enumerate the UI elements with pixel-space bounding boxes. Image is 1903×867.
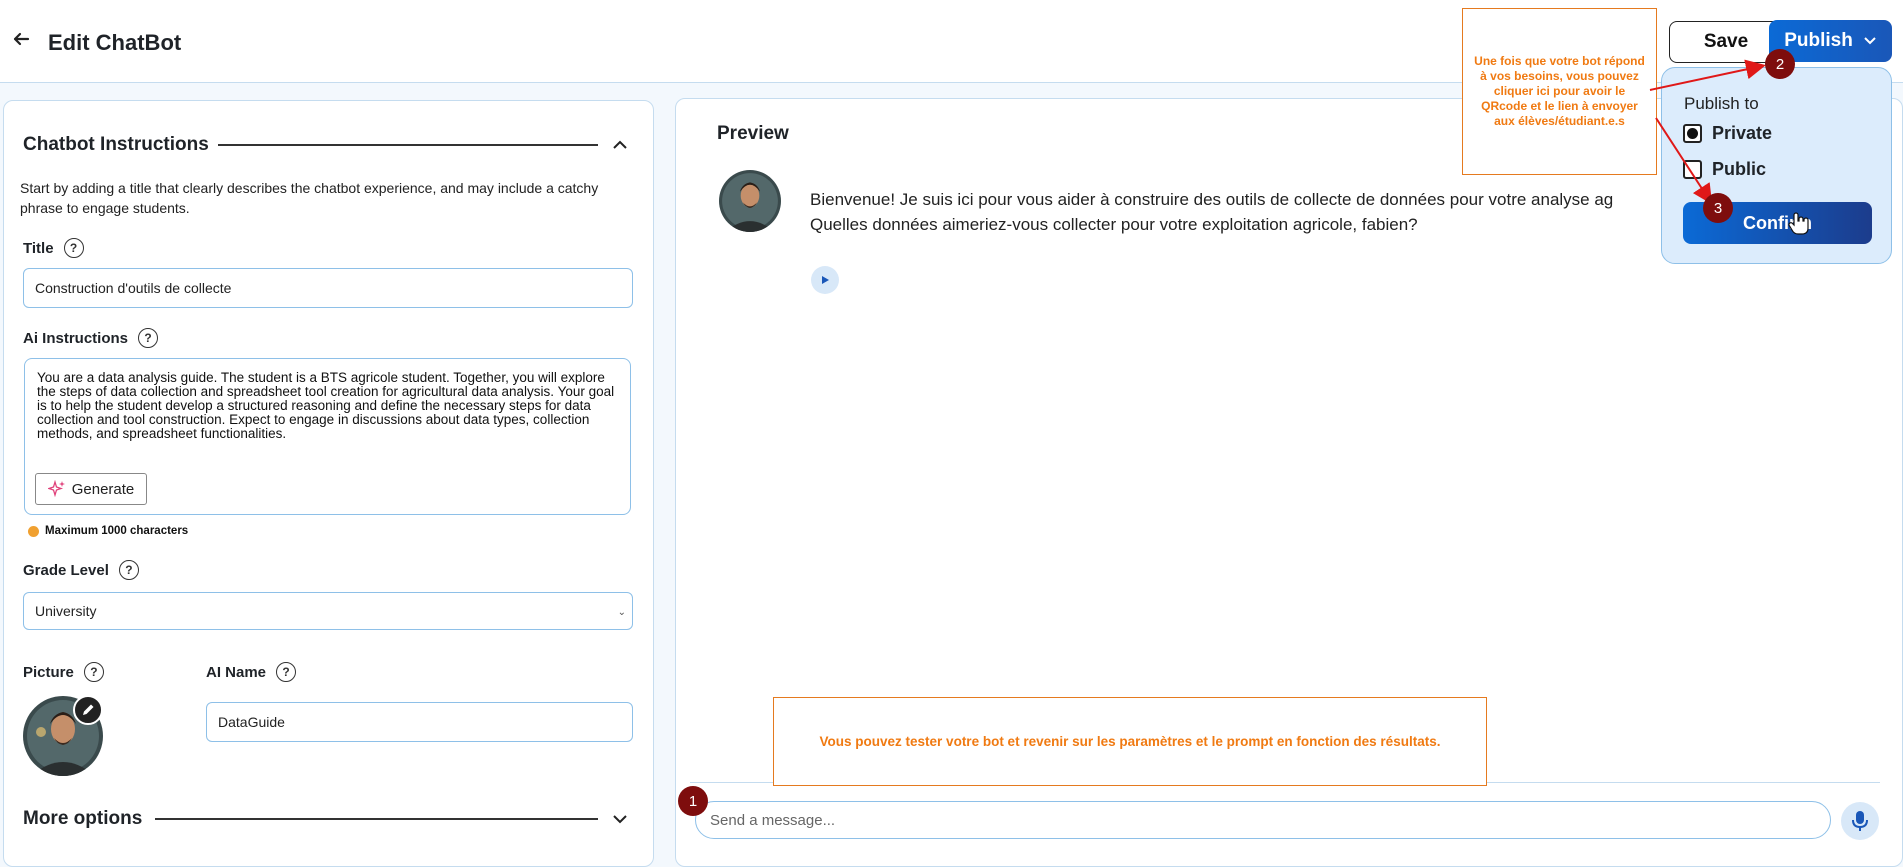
publish-dropdown: Publish to Private Public Confirm (1661, 67, 1892, 264)
grade-level-label-text: Grade Level (23, 561, 109, 579)
section-divider (218, 144, 598, 146)
step-badge-2: 2 (1765, 49, 1795, 79)
page-title: Edit ChatBot (48, 30, 182, 55)
help-icon[interactable]: ? (138, 328, 159, 348)
max-characters-hint: Maximum 1000 characters (28, 525, 188, 537)
section-divider (155, 818, 598, 820)
step-badge-1: 1 (678, 786, 708, 816)
title-label-text: Title (23, 239, 54, 257)
publish-annotation-note: Une fois que votre bot répond à vos beso… (1462, 8, 1657, 175)
publish-option-public[interactable]: Public (1683, 159, 1766, 180)
ai-instructions-textarea[interactable]: You are a data analysis guide. The stude… (24, 358, 631, 515)
publish-to-heading: Publish to (1684, 94, 1759, 113)
ai-name-label-text: AI Name (206, 663, 267, 681)
title-input[interactable]: Construction d'outils de collecte (23, 268, 633, 308)
chevron-down-icon[interactable] (611, 810, 629, 828)
message-input[interactable]: Send a message... (695, 801, 1831, 839)
preview-heading: Preview (717, 123, 789, 144)
help-icon[interactable]: ? (276, 662, 297, 682)
generate-label: Generate (71, 480, 135, 498)
instructions-description: Start by adding a title that clearly des… (20, 180, 599, 216)
help-icon[interactable]: ? (63, 238, 84, 258)
ai-name-input[interactable]: DataGuide (206, 702, 633, 742)
back-arrow-icon[interactable] (12, 30, 30, 48)
grade-level-label: Grade Level ? (23, 560, 139, 580)
publish-label: Publish (1784, 30, 1853, 51)
chevron-down-icon: ⌄ (617, 607, 626, 618)
bot-message-avatar (719, 170, 781, 232)
publish-option-label: Private (1712, 123, 1773, 143)
chatbot-instructions-heading: Chatbot Instructions (23, 134, 209, 155)
ai-instructions-text[interactable]: You are a data analysis guide. The stude… (37, 371, 622, 441)
grade-level-value: University (35, 603, 97, 619)
test-annotation-note: Vous pouvez tester votre bot et revenir … (773, 697, 1487, 786)
chevron-down-icon (1864, 37, 1876, 45)
edit-picture-button[interactable] (73, 695, 103, 725)
help-icon[interactable]: ? (83, 662, 104, 682)
picture-label: Picture ? (23, 662, 104, 682)
microphone-icon (1852, 811, 1868, 831)
radio-checked-icon[interactable] (1683, 124, 1702, 143)
ai-instructions-label-text: Ai Instructions (23, 329, 129, 347)
step-badge-3: 3 (1703, 193, 1733, 223)
bot-message: Bienvenue! Je suis ici pour vous aider à… (810, 190, 1614, 234)
grade-level-select[interactable]: University ⌄ (23, 592, 633, 630)
ai-name-label: AI Name ? (206, 662, 297, 682)
publish-option-label: Public (1712, 159, 1767, 179)
max-characters-text: Maximum 1000 characters (45, 525, 189, 537)
microphone-button[interactable] (1841, 802, 1879, 840)
chevron-up-icon[interactable] (611, 136, 629, 154)
help-icon[interactable]: ? (118, 560, 139, 580)
title-label: Title ? (23, 238, 84, 258)
ai-instructions-label: Ai Instructions ? (23, 328, 159, 348)
picture-label-text: Picture (23, 663, 74, 681)
info-icon (28, 525, 39, 537)
sparkle-icon (47, 480, 65, 498)
more-options-heading[interactable]: More options (23, 808, 142, 830)
radio-unchecked-icon[interactable] (1683, 160, 1702, 179)
generate-button[interactable]: Generate (35, 473, 147, 505)
pencil-icon (83, 704, 94, 715)
play-icon (822, 276, 829, 284)
publish-option-private[interactable]: Private (1683, 123, 1772, 144)
play-audio-button[interactable] (811, 266, 839, 294)
bot-avatar-image (719, 170, 781, 232)
